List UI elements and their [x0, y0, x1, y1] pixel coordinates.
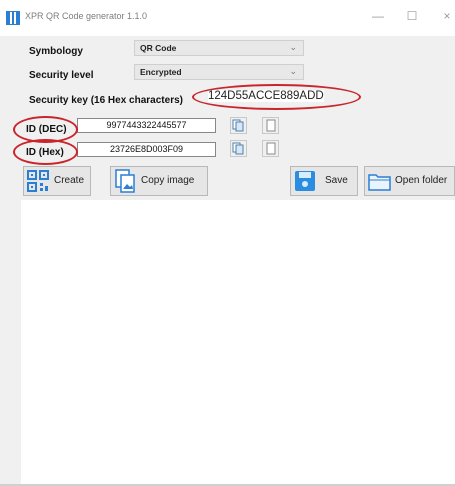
symbology-value: QR Code: [140, 43, 177, 53]
copy-dec-button[interactable]: [230, 117, 247, 134]
id-dec-field[interactable]: 9977443322445577: [77, 118, 216, 133]
copy-icon: [232, 142, 244, 155]
symbology-select[interactable]: QR Code ⌄: [134, 40, 304, 56]
security-level-value: Encrypted: [140, 67, 182, 77]
copy-hex-button[interactable]: [230, 140, 247, 157]
open-folder-button[interactable]: Open folder: [364, 166, 455, 196]
symbology-label: Symbology: [29, 46, 83, 57]
paste-dec-button[interactable]: [262, 117, 279, 134]
qr-code-icon: [27, 170, 49, 192]
create-label: Create: [54, 175, 85, 186]
save-label: Save: [325, 175, 348, 186]
security-key-label: Security key (16 Hex characters): [29, 95, 183, 106]
open-folder-label: Open folder: [395, 175, 448, 186]
maximize-button[interactable]: ☐: [404, 9, 420, 23]
document-icon: [266, 142, 276, 155]
copy-icon: [115, 169, 135, 193]
security-level-select[interactable]: Encrypted ⌄: [134, 64, 304, 80]
id-dec-label: ID (DEC): [26, 124, 67, 135]
id-hex-field[interactable]: 23726E8D003F09: [77, 142, 216, 157]
copy-image-button[interactable]: Copy image: [110, 166, 208, 196]
id-hex-label: ID (Hex): [26, 147, 64, 158]
paste-hex-button[interactable]: [262, 140, 279, 157]
save-button[interactable]: Save: [290, 166, 358, 196]
security-level-label: Security level: [29, 70, 94, 81]
copy-image-label: Copy image: [141, 175, 195, 186]
close-button[interactable]: ×: [439, 9, 455, 23]
chevron-down-icon: ⌄: [289, 42, 297, 52]
chevron-down-icon: ⌄: [289, 66, 297, 76]
floppy-icon: [295, 171, 315, 191]
window-title: XPR QR Code generator 1.1.0: [25, 11, 148, 21]
security-key-input[interactable]: 124D55ACCE889ADD: [208, 90, 324, 102]
qr-code-icon: [6, 11, 20, 25]
title-bar: XPR QR Code generator 1.1.0 — ☐ ×: [0, 0, 455, 36]
copy-icon: [232, 119, 244, 132]
folder-icon: [368, 174, 391, 191]
create-button[interactable]: Create: [23, 166, 91, 196]
minimize-button[interactable]: —: [370, 9, 386, 23]
qr-preview-area: [21, 200, 455, 486]
document-icon: [266, 119, 276, 132]
app-window: XPR QR Code generator 1.1.0 — ☐ × Symbol…: [0, 0, 455, 486]
